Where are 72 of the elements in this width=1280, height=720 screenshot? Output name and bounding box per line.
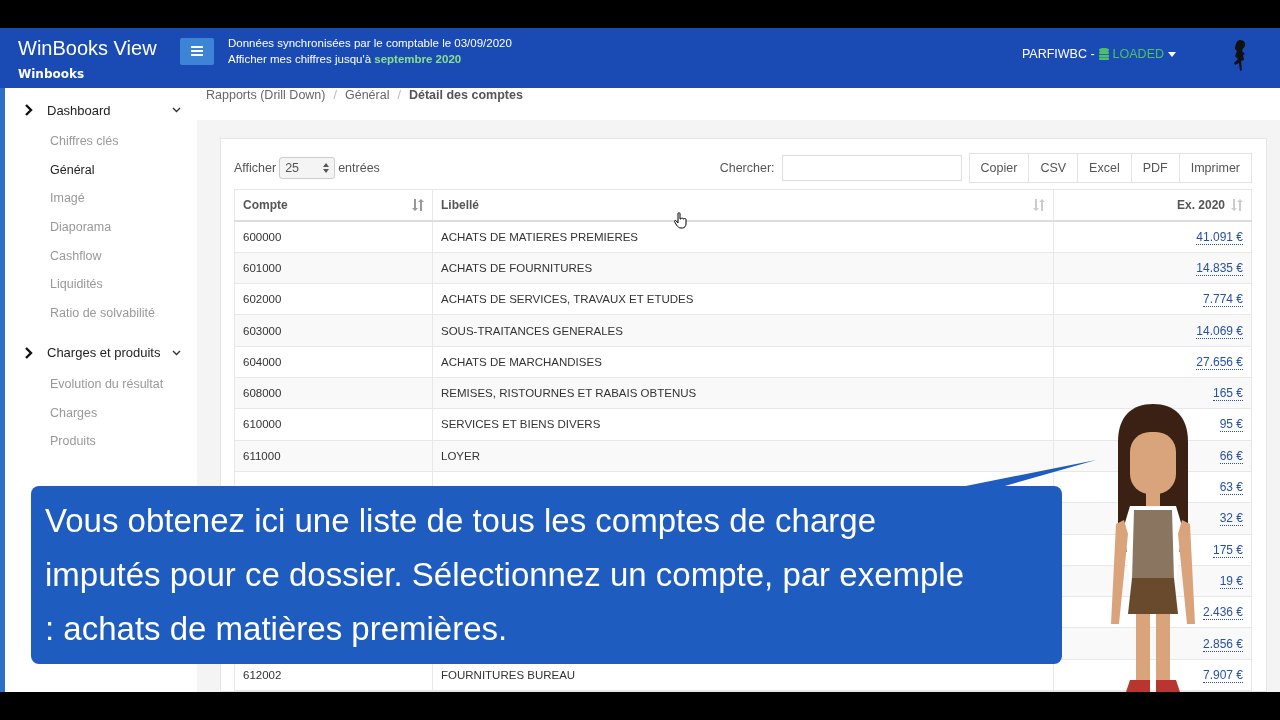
- sort-icon: [412, 198, 424, 211]
- breadcrumb-item[interactable]: Rapports (Drill Down): [206, 88, 326, 102]
- table-cell: 612002: [243, 668, 282, 681]
- sidebar-section[interactable]: Dashboard: [47, 102, 172, 118]
- table-cell: SERVICES ET BIENS DIVERS: [441, 418, 601, 431]
- account-name[interactable]: PARFIWBC -: [1021, 47, 1095, 61]
- amount-link[interactable]: 19 €: [1219, 573, 1243, 589]
- column-header[interactable]: Libellé: [432, 189, 1054, 221]
- amount-link[interactable]: 14.069 €: [1196, 323, 1243, 339]
- chevron-right-icon: [25, 104, 33, 116]
- amount-link[interactable]: 41.091 €: [1196, 229, 1243, 245]
- table-cell: LOYER: [441, 449, 480, 462]
- table-cell: 610000: [243, 418, 282, 431]
- sort-icon: [1033, 198, 1045, 211]
- database-icon: [1098, 48, 1109, 60]
- amount-link[interactable]: 95 €: [1219, 417, 1243, 433]
- period-info: Afficher mes chiffres jusqu'à septembre 2020: [228, 52, 463, 67]
- spinner-arrows-icon: [323, 162, 330, 173]
- table-cell: SOUS-TRAITANCES GENERALES: [441, 324, 623, 337]
- page-size-select[interactable]: 25: [279, 156, 336, 179]
- table-cell: ACHATS DE FOURNITURES: [441, 262, 593, 274]
- sidebar-item[interactable]: Général: [5, 162, 197, 192]
- table-cell: 611000: [243, 449, 281, 462]
- entries-label: entrées: [338, 160, 380, 175]
- export-button[interactable]: PDF: [1130, 152, 1180, 183]
- table-cell: ACHATS DE SERVICES, TRAVAUX ET ETUDES: [441, 293, 694, 306]
- company-name: Winbooks: [18, 67, 86, 81]
- hand-cursor-icon: [674, 212, 688, 229]
- column-header[interactable]: Ex. 2020: [1053, 189, 1252, 221]
- table-cell: 601000: [243, 262, 282, 274]
- sync-info: Données synchronisées par le comptable le 03/09/2020: [228, 36, 512, 51]
- table-cell: REMISES, RISTOURNES ET RABAIS OBTENUS: [441, 387, 697, 400]
- chevron-down-icon[interactable]: [172, 349, 181, 356]
- export-button[interactable]: Imprimer: [1178, 152, 1252, 183]
- amount-link[interactable]: 7.907 €: [1202, 667, 1243, 683]
- table-cell: 600000: [243, 230, 282, 243]
- table-cell: ACHATS DE MATIERES PREMIERES: [441, 230, 639, 243]
- table-cell: ACHATS DE MARCHANDISES: [441, 355, 602, 368]
- sort-icon: [1231, 198, 1243, 211]
- breadcrumb-item: Détail des comptes: [408, 88, 523, 102]
- chevron-right-icon: [25, 346, 33, 359]
- sidebar-section[interactable]: Charges et produits: [47, 345, 172, 361]
- export-button[interactable]: Copier: [968, 152, 1030, 183]
- menu-button[interactable]: [180, 37, 214, 65]
- amount-link[interactable]: 27.656 €: [1196, 354, 1243, 370]
- table-cell: FOURNITURES BUREAU: [441, 668, 576, 681]
- breadcrumb-separator: /: [397, 88, 401, 102]
- amount-link[interactable]: 2.856 €: [1202, 636, 1243, 652]
- export-button[interactable]: Excel: [1077, 152, 1132, 183]
- search-label: Chercher:: [719, 160, 775, 175]
- table-cell: 604000: [243, 355, 282, 368]
- menu-icon: [191, 46, 203, 56]
- search-field[interactable]: [781, 154, 962, 181]
- table-cell: 602000: [243, 293, 282, 306]
- breadcrumb-item[interactable]: Général: [344, 88, 390, 102]
- amount-link[interactable]: 63 €: [1219, 480, 1243, 496]
- app-title: WinBooks View: [18, 37, 158, 60]
- export-button[interactable]: CSV: [1028, 152, 1079, 183]
- amount-link[interactable]: 14.835 €: [1196, 261, 1243, 276]
- show-label: Afficher: [234, 160, 277, 175]
- amount-link[interactable]: 165 €: [1212, 386, 1243, 402]
- caret-icon: [1168, 51, 1176, 57]
- amount-link[interactable]: 32 €: [1219, 511, 1243, 527]
- column-header[interactable]: Compte: [234, 189, 433, 221]
- table-cell: 608000: [243, 387, 282, 400]
- table-cell: 603000: [243, 324, 282, 337]
- amount-link[interactable]: 7.774 €: [1202, 292, 1243, 308]
- amount-link[interactable]: 175 €: [1212, 542, 1243, 558]
- amount-link[interactable]: 2.436 €: [1202, 605, 1243, 621]
- chevron-down-icon[interactable]: [172, 107, 181, 113]
- amount-link[interactable]: 66 €: [1219, 448, 1243, 464]
- breadcrumb-separator: /: [333, 88, 337, 102]
